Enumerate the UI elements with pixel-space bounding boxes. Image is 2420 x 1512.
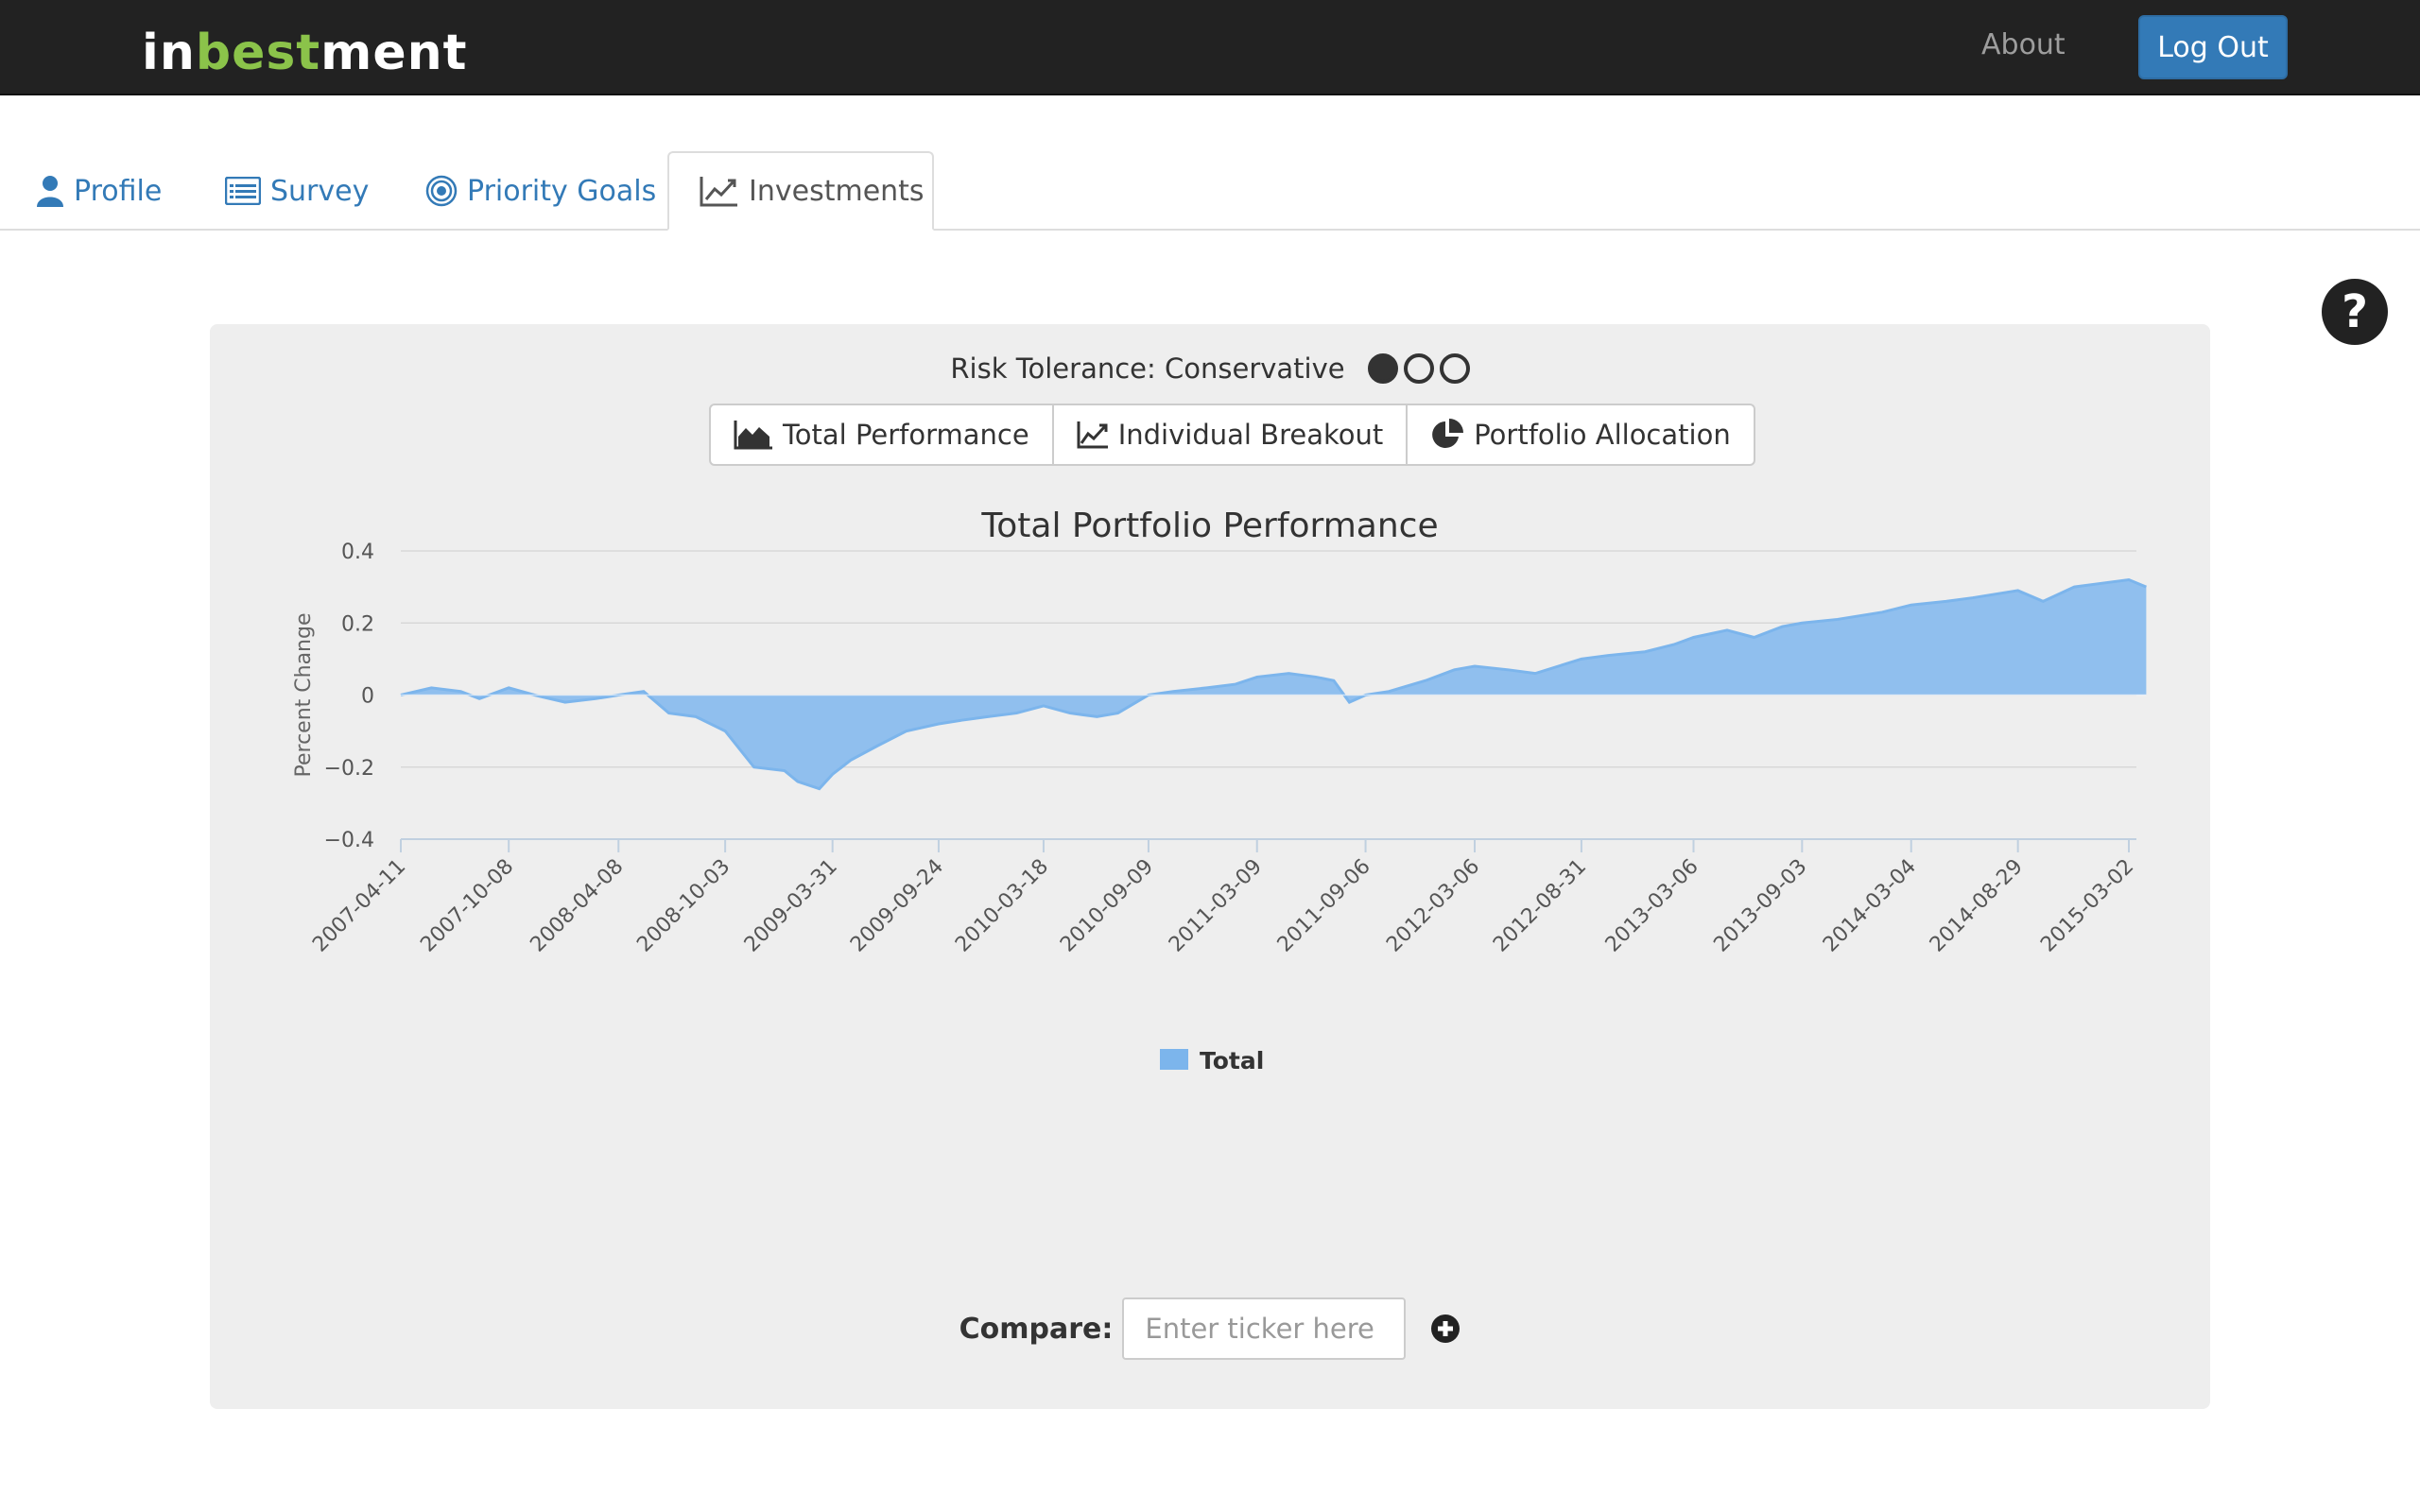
x-tick-label: 2011-03-09 [1165, 855, 1267, 957]
nav-about-link[interactable]: About [1981, 28, 2066, 61]
risk-dot-empty [1439, 353, 1470, 384]
y-tick-label: 0.2 [341, 612, 374, 636]
chart-series-area [400, 577, 2147, 791]
x-tick-label: 2013-03-06 [1601, 855, 1703, 957]
tab-label: Investments [749, 174, 925, 208]
target-icon [425, 175, 458, 207]
chart-legend[interactable]: Total [1160, 1047, 1264, 1074]
x-tick-label: 2010-03-18 [951, 855, 1053, 957]
x-tick-label: 2014-03-04 [1819, 855, 1921, 957]
add-ticker-icon[interactable] [1430, 1314, 1461, 1344]
chart-title: Total Portfolio Performance [980, 507, 1438, 545]
x-tick-label: 2013-09-03 [1709, 855, 1811, 957]
tab-priority-goals[interactable]: Priority Goals [425, 151, 656, 231]
navbar: inbestment About Log Out [0, 0, 2420, 95]
x-tick-label: 2012-08-31 [1489, 855, 1591, 957]
y-tick-label: −0.2 [324, 757, 374, 781]
x-tick-label: 2008-04-08 [526, 855, 628, 957]
individual-breakout-button[interactable]: Individual Breakout [1053, 405, 1409, 464]
ticker-input[interactable] [1122, 1297, 1407, 1360]
tab-label: Survey [270, 174, 370, 208]
x-tick-label: 2008-10-03 [632, 855, 735, 957]
compare-row: Compare: [210, 1297, 2210, 1360]
tab-investments[interactable]: Investments [667, 151, 934, 231]
tab-label: Priority Goals [467, 174, 657, 208]
total-performance-button[interactable]: Total Performance [711, 405, 1054, 464]
help-icon[interactable]: ? [2321, 278, 2389, 346]
y-tick-label: 0.4 [341, 541, 374, 564]
brand-logo[interactable]: inbestment [142, 25, 467, 81]
y-axis-label: Percent Change [292, 612, 316, 777]
list-icon [225, 177, 261, 205]
x-axis: 2007-04-11 2007-10-08 2008-04-08 2008-10-03… [308, 838, 2138, 957]
x-tick-label: 2009-03-31 [740, 855, 842, 957]
x-tick-label: 2014-08-29 [1926, 855, 2028, 957]
risk-tolerance: Risk Tolerance: Conservative [210, 352, 2210, 385]
line-chart-icon [1077, 421, 1109, 449]
legend-item-total[interactable]: Total [1200, 1047, 1264, 1074]
investments-panel: Risk Tolerance: Conservative Total Perfo… [210, 324, 2210, 1409]
line-chart-icon [700, 175, 739, 207]
tab-label: Profile [74, 174, 163, 208]
legend-swatch [1160, 1049, 1188, 1070]
risk-level-indicator [1367, 353, 1470, 384]
x-tick-label: 2009-09-24 [846, 855, 948, 957]
performance-chart: Total Portfolio Performance 0.4 0.2 0 −0.2 −… [292, 507, 2147, 1074]
risk-dot-empty [1403, 353, 1434, 384]
svg-text:?: ? [2342, 285, 2368, 338]
y-tick-label: −0.4 [324, 829, 374, 852]
logout-button[interactable]: Log Out [2138, 15, 2288, 79]
x-tick-label: 2007-04-11 [308, 855, 410, 957]
pie-chart-icon [1430, 418, 1464, 452]
tab-survey[interactable]: Survey [225, 151, 369, 231]
y-tick-label: 0 [361, 685, 374, 709]
view-toggle-group: Total Performance Individual Breakout Po… [709, 404, 1755, 466]
tab-profile[interactable]: Profile [36, 151, 162, 231]
x-tick-label: 2011-09-06 [1273, 855, 1375, 957]
x-tick-label: 2012-03-06 [1382, 855, 1484, 957]
y-axis-ticks: 0.4 0.2 0 −0.2 −0.4 [324, 541, 374, 852]
x-tick-label: 2007-10-08 [416, 855, 518, 957]
x-tick-label: 2010-09-09 [1056, 855, 1158, 957]
portfolio-allocation-button[interactable]: Portfolio Allocation [1408, 405, 1754, 464]
area-chart-icon [734, 420, 773, 450]
x-tick-label: 2015-03-02 [2036, 855, 2138, 957]
risk-dot-filled [1367, 353, 1398, 384]
risk-tolerance-label: Risk Tolerance: Conservative [950, 352, 1345, 385]
user-icon [36, 175, 64, 207]
compare-label: Compare: [959, 1312, 1114, 1346]
tab-bar: Profile Survey Priority Goals Investment… [0, 151, 2420, 231]
